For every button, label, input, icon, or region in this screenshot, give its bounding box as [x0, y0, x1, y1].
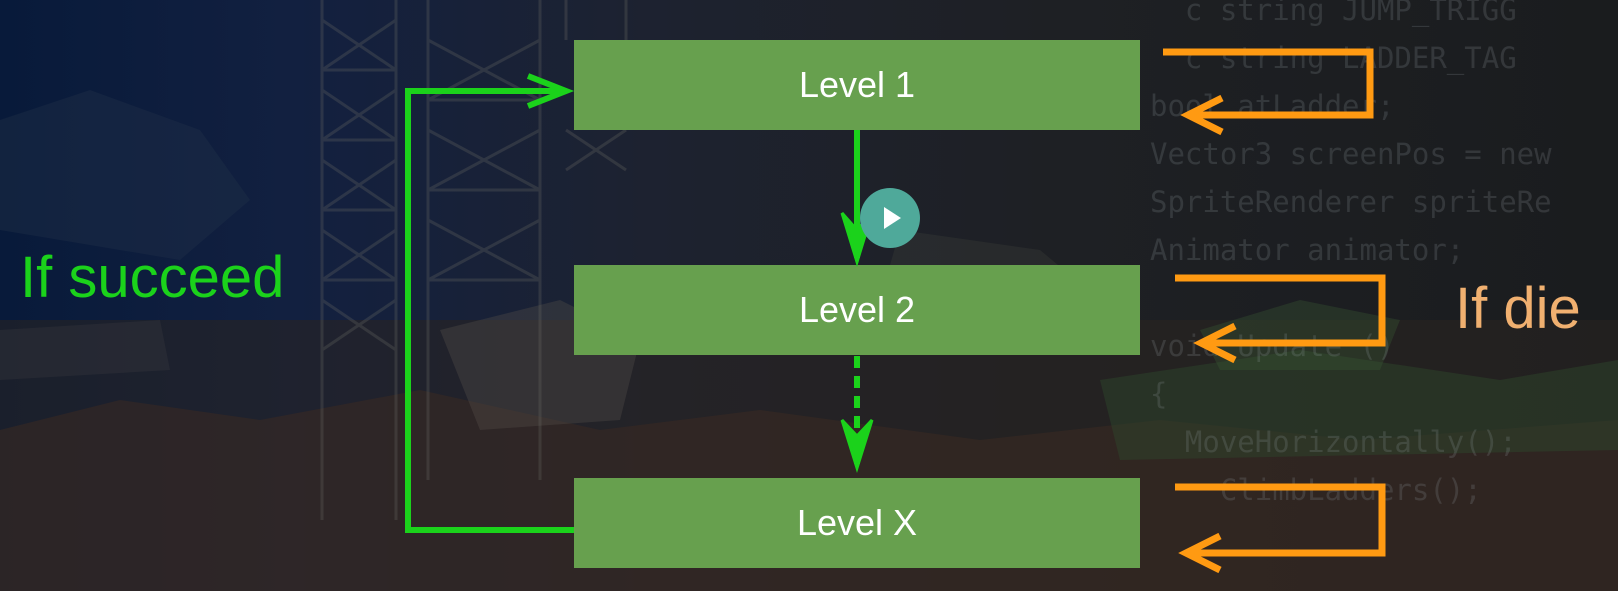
background-code: c string JUMP_TRIGG c string LADDER_TAG … [1150, 0, 1552, 507]
level-x-box: Level X [574, 478, 1140, 568]
level-2-label: Level 2 [798, 289, 916, 330]
if-succeed-label: If succeed [20, 245, 285, 310]
level-2-box: Level 2 [574, 265, 1140, 355]
level-1-box: Level 1 [574, 40, 1140, 130]
play-icon [884, 207, 901, 229]
if-die-label: If die [1455, 276, 1581, 341]
play-button[interactable] [860, 188, 920, 248]
level-1-label: Level 1 [798, 64, 916, 105]
level-x-label: Level X [796, 502, 918, 543]
slide: c string JUMP_TRIGG c string LADDER_TAG … [0, 0, 1618, 591]
